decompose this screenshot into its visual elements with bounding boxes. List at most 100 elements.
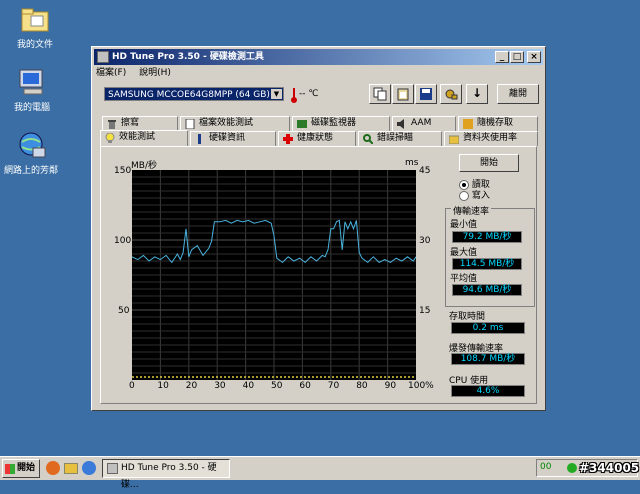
y-left-tick: 50 xyxy=(118,306,130,316)
tab-random-access-label: 隨機存取 xyxy=(477,118,514,128)
tab-aam[interactable]: AAM xyxy=(392,116,456,131)
network-icon xyxy=(15,130,47,160)
drive-select-value: SAMSUNG MCCOE64G8MPP (64 GB) xyxy=(108,90,270,100)
start-menu-button[interactable]: 開始 xyxy=(2,459,40,478)
quicklaunch-folder-icon[interactable] xyxy=(64,463,78,474)
maximize-button[interactable]: □ xyxy=(510,51,524,63)
x-tick-label: 30 xyxy=(214,381,226,391)
access-time-value: 0.2 ms xyxy=(451,322,525,334)
y-right-tick: 45 xyxy=(419,166,431,176)
desktop-icon-label: 我的電腦 xyxy=(13,103,50,113)
copy-info-button[interactable] xyxy=(369,84,391,104)
max-label: 最大值 xyxy=(450,248,478,258)
bulb-icon xyxy=(105,132,115,143)
app-icon xyxy=(97,51,109,63)
save-icon xyxy=(420,88,432,100)
x-tick-label: 90 xyxy=(384,381,397,391)
burst-rate-value: 108.7 MB/秒 xyxy=(451,353,525,365)
info-icon xyxy=(195,134,205,144)
desktop-icon-network[interactable]: 網路上的芳鄰 xyxy=(0,130,66,176)
drive-select[interactable]: SAMSUNG MCCOE64G8MPP (64 GB) ▼ xyxy=(104,87,284,101)
taskbar: 開始 HD Tune Pro 3.50 - 硬碟... 00 xyxy=(0,456,640,490)
temperature-value: -- ℃ xyxy=(299,89,319,99)
window-title: HD Tune Pro 3.50 - 硬碟檢測工具 xyxy=(112,52,264,62)
x-tick-label: 80 xyxy=(356,381,368,391)
tab-file-benchmark[interactable]: 檔案效能測試 xyxy=(180,116,290,131)
tray-status-icon[interactable] xyxy=(567,463,577,473)
options-button[interactable] xyxy=(440,84,462,104)
x-tick-label: 50 xyxy=(271,381,283,391)
quicklaunch-firefox-icon[interactable] xyxy=(46,461,60,475)
y-right-tick: 15 xyxy=(419,306,431,316)
y-left-tick: 150 xyxy=(114,166,132,176)
menu-file[interactable]: 檔案(F) xyxy=(96,68,126,78)
tab-erase[interactable]: 擦寫 xyxy=(102,116,178,131)
health-icon xyxy=(283,134,293,144)
x-tick-label: 10 xyxy=(157,381,169,391)
download-button[interactable]: ↓ xyxy=(466,84,488,104)
speaker-icon xyxy=(397,119,407,129)
scan-icon xyxy=(363,134,374,145)
monitor-icon xyxy=(297,119,307,129)
quicklaunch-ie-icon[interactable] xyxy=(82,461,96,475)
x-tick-label: 40 xyxy=(242,381,255,391)
read-radio[interactable]: 讀取 xyxy=(459,177,490,190)
avg-label: 平均值 xyxy=(450,274,478,284)
desktop-icon-label: 我的文件 xyxy=(16,40,53,50)
tab-folder-usage[interactable]: 資料夾使用率 xyxy=(444,131,538,146)
file-icon xyxy=(185,118,195,130)
write-radio[interactable]: 寫入 xyxy=(459,188,490,201)
x-tick-label: 60 xyxy=(299,381,311,391)
tab-erase-label: 擦寫 xyxy=(121,118,140,128)
random-icon xyxy=(463,119,473,129)
max-value: 114.5 MB/秒 xyxy=(452,258,522,270)
tab-benchmark[interactable]: 效能測試 xyxy=(100,130,188,147)
start-button[interactable]: 開始 xyxy=(459,154,519,172)
tab-disk-monitor[interactable]: 磁碟監視器 xyxy=(292,116,390,131)
min-value: 79.2 MB/秒 xyxy=(452,231,522,243)
taskbar-task-hdtune[interactable]: HD Tune Pro 3.50 - 硬碟... xyxy=(102,459,230,490)
desktop-icon-my-computer[interactable]: 我的電腦 xyxy=(0,67,67,113)
tab-file-benchmark-label: 檔案效能測試 xyxy=(199,118,254,128)
copy-screen-button[interactable] xyxy=(392,84,414,104)
access-time-label: 存取時間 xyxy=(449,312,486,322)
benchmark-chart xyxy=(131,170,417,380)
tab-random-access[interactable]: 隨機存取 xyxy=(458,116,538,131)
windows-logo-icon xyxy=(5,464,15,474)
write-label: 寫入 xyxy=(471,191,490,201)
folder-icon xyxy=(448,134,460,145)
minimize-button[interactable]: _ xyxy=(495,51,509,63)
cpu-usage-value: 4.6% xyxy=(451,385,525,397)
x-tick-label: 100% xyxy=(408,381,434,391)
watermark: #344005 xyxy=(579,461,640,475)
benchmark-chart-svg xyxy=(131,170,417,380)
chevron-down-icon: ▼ xyxy=(271,89,282,99)
close-button[interactable]: × xyxy=(527,51,541,63)
tab-disk-monitor-label: 磁碟監視器 xyxy=(311,118,357,128)
tab-health-label: 健康狀態 xyxy=(297,133,334,143)
tab-aam-label: AAM xyxy=(411,118,432,128)
desktop-icon-label: 網路上的芳鄰 xyxy=(3,166,58,176)
menu-bar: 檔案(F) 說明(H) xyxy=(96,66,181,80)
copy-icon xyxy=(373,87,387,101)
menu-help[interactable]: 說明(H) xyxy=(139,68,171,78)
start-label: 開始 xyxy=(17,463,36,473)
save-button[interactable] xyxy=(415,84,437,104)
tab-health[interactable]: 健康狀態 xyxy=(278,131,356,146)
tab-folder-usage-label: 資料夾使用率 xyxy=(463,133,518,143)
min-label: 最小值 xyxy=(450,220,478,230)
tab-benchmark-label: 效能測試 xyxy=(119,132,156,142)
arrow-down-icon: ↓ xyxy=(471,86,483,100)
exit-button[interactable]: 離開 xyxy=(497,84,539,104)
tab-disk-info[interactable]: 硬碟資訊 xyxy=(190,131,276,146)
transfer-rate-title: 傳輸速率 xyxy=(451,204,492,217)
trash-icon xyxy=(107,119,117,129)
folder-icon xyxy=(19,4,51,34)
desktop-icon-my-documents[interactable]: 我的文件 xyxy=(0,4,70,50)
tab-error-scan[interactable]: 錯誤掃瞄 xyxy=(358,131,442,146)
tab-error-scan-label: 錯誤掃瞄 xyxy=(377,133,414,143)
window-titlebar[interactable]: HD Tune Pro 3.50 - 硬碟檢測工具 _ □ × xyxy=(94,49,543,65)
tray-temperature: 00 xyxy=(540,462,552,472)
y-right-tick: 30 xyxy=(419,236,431,246)
x-tick-label: 70 xyxy=(327,381,340,391)
